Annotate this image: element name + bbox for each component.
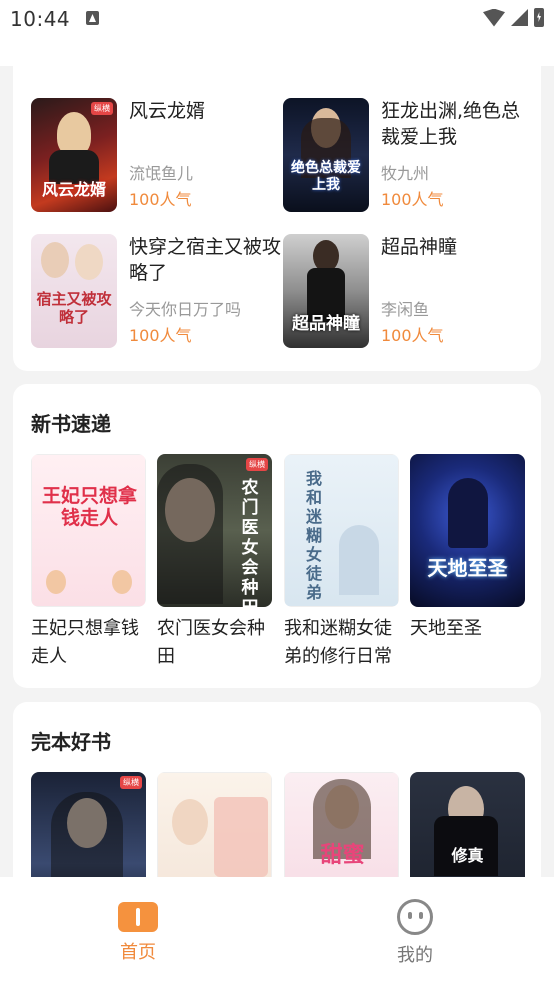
tab-home-label: 首页 bbox=[120, 942, 156, 963]
profile-face-icon bbox=[397, 899, 433, 935]
tab-mine[interactable]: 我的 bbox=[365, 899, 465, 967]
hot-books-card: 纵横 风云龙婿 风云龙婿 流氓鱼儿 100人气 绝色总裁爱上我 狂龙出渊,绝色总… bbox=[13, 66, 541, 371]
battery-charging-icon bbox=[534, 8, 544, 27]
book-popularity: 100人气 bbox=[129, 326, 192, 345]
cover-title-text: 风云龙婿 bbox=[41, 180, 106, 199]
book-item[interactable]: 王妃只想拿钱走人 王妃只想拿钱走人 bbox=[31, 454, 146, 671]
book-cover[interactable]: 绝色总裁爱上我 bbox=[283, 98, 369, 212]
book-title: 风云龙婿 bbox=[129, 100, 206, 122]
book-item[interactable] bbox=[157, 772, 272, 877]
notification-app-icon bbox=[86, 11, 99, 25]
home-icon bbox=[118, 902, 158, 932]
book-item[interactable]: 甜蜜 bbox=[284, 772, 399, 877]
book-item[interactable]: 修真 bbox=[410, 772, 525, 877]
book-author: 牧九州 bbox=[381, 164, 430, 183]
cover-title-text: 超品神瞳 bbox=[292, 314, 360, 334]
book-item[interactable]: 纵横 bbox=[31, 772, 146, 877]
section-title: 新书速递 bbox=[31, 412, 111, 436]
book-popularity: 100人气 bbox=[381, 326, 444, 345]
book-cover[interactable]: 纵横 bbox=[31, 772, 146, 877]
book-list-item[interactable]: 纵横 风云龙婿 风云龙婿 流氓鱼儿 100人气 bbox=[31, 98, 281, 212]
book-title: 天地至圣 bbox=[410, 618, 482, 639]
cover-title-text: 甜蜜 bbox=[320, 842, 365, 868]
main-scroll-area[interactable]: 纵横 风云龙婿 风云龙婿 流氓鱼儿 100人气 绝色总裁爱上我 狂龙出渊,绝色总… bbox=[0, 66, 554, 877]
book-cover[interactable]: 甜蜜 bbox=[284, 772, 399, 877]
cover-title-text: 农门医女会种田 bbox=[241, 478, 259, 607]
completed-books-card: 完本好书 纵横 甜蜜 修真 bbox=[13, 702, 541, 877]
cover-title-text: 我和迷糊女徒弟 bbox=[305, 469, 322, 602]
publisher-tag: 纵横 bbox=[120, 776, 142, 789]
book-item[interactable]: 天地至圣 天地至圣 bbox=[410, 454, 525, 643]
book-title: 我和迷糊女徒弟的修行日常 bbox=[284, 618, 392, 667]
cover-title-text: 天地至圣 bbox=[427, 556, 508, 580]
section-title: 完本好书 bbox=[31, 730, 111, 754]
cover-title-text: 宿主又被攻略了 bbox=[36, 290, 112, 326]
book-cover[interactable]: 王妃只想拿钱走人 bbox=[31, 454, 146, 607]
new-books-card: 新书速递 王妃只想拿钱走人 王妃只想拿钱走人 纵横 农门医女会种田 bbox=[13, 384, 541, 688]
book-cover[interactable]: 修真 bbox=[410, 772, 525, 877]
book-title: 狂龙出渊,绝色总裁爱上我 bbox=[381, 100, 521, 148]
cover-title-text: 绝色总裁爱上我 bbox=[291, 160, 361, 193]
book-author: 李闲鱼 bbox=[381, 300, 430, 319]
book-cover[interactable]: 纵横 农门医女会种田 bbox=[157, 454, 272, 607]
book-item[interactable]: 纵横 农门医女会种田 农门医女会种田 bbox=[157, 454, 272, 671]
book-cover[interactable]: 宿主又被攻略了 bbox=[31, 234, 117, 348]
cover-title-text: 王妃只想拿钱走人 bbox=[41, 485, 137, 529]
book-cover[interactable]: 纵横 风云龙婿 bbox=[31, 98, 117, 212]
book-cover[interactable]: 我和迷糊女徒弟 bbox=[284, 454, 399, 607]
book-title: 超品神瞳 bbox=[381, 236, 458, 258]
book-author: 流氓鱼儿 bbox=[129, 164, 194, 183]
tab-mine-label: 我的 bbox=[397, 945, 433, 966]
book-list-item[interactable]: 超品神瞳 超品神瞳 李闲鱼 100人气 bbox=[283, 234, 533, 348]
book-cover[interactable]: 超品神瞳 bbox=[283, 234, 369, 348]
signal-icon bbox=[511, 9, 528, 26]
book-author: 今天你日万了吗 bbox=[129, 300, 242, 319]
book-list-item[interactable]: 绝色总裁爱上我 狂龙出渊,绝色总裁爱上我 牧九州 100人气 bbox=[283, 98, 533, 212]
status-bar: 10:44 bbox=[0, 0, 554, 66]
status-indicators bbox=[483, 8, 544, 27]
book-cover[interactable]: 天地至圣 bbox=[410, 454, 525, 607]
book-cover[interactable] bbox=[157, 772, 272, 877]
cover-title-text: 修真 bbox=[451, 846, 484, 865]
book-title: 快穿之宿主又被攻略了 bbox=[129, 236, 282, 284]
book-title: 王妃只想拿钱走人 bbox=[31, 618, 139, 667]
book-popularity: 100人气 bbox=[129, 190, 192, 209]
book-title: 农门医女会种田 bbox=[157, 618, 265, 667]
book-popularity: 100人气 bbox=[381, 190, 444, 209]
status-time: 10:44 bbox=[10, 7, 71, 31]
publisher-tag: 纵横 bbox=[246, 458, 268, 471]
wifi-icon bbox=[483, 8, 505, 27]
tab-home[interactable]: 首页 bbox=[88, 899, 188, 964]
book-list-item[interactable]: 宿主又被攻略了 快穿之宿主又被攻略了 今天你日万了吗 100人气 bbox=[31, 234, 281, 348]
book-item[interactable]: 我和迷糊女徒弟 我和迷糊女徒弟的修行日常 bbox=[284, 454, 399, 671]
publisher-tag: 纵横 bbox=[91, 102, 113, 115]
bottom-tab-bar: 首页 我的 bbox=[0, 877, 554, 985]
